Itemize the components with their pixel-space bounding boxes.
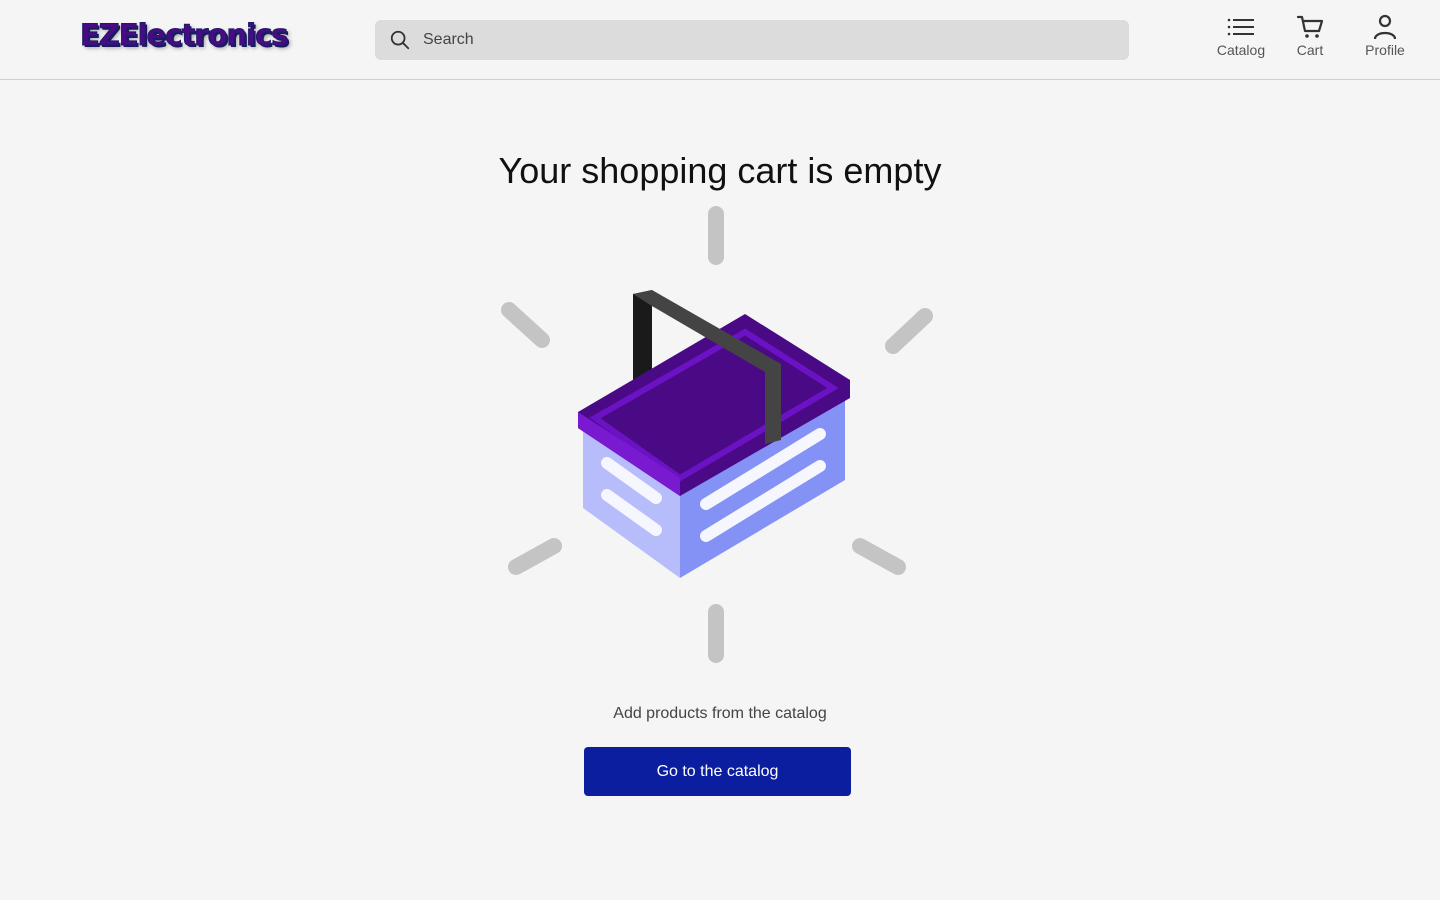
- empty-cart-hint: Add products from the catalog: [613, 705, 827, 722]
- user-icon: [1373, 14, 1397, 40]
- nav-profile[interactable]: Profile: [1360, 14, 1410, 58]
- search-input[interactable]: [423, 20, 1113, 60]
- go-to-catalog-button[interactable]: Go to the catalog: [584, 747, 851, 796]
- nav-profile-label: Profile: [1365, 42, 1405, 58]
- brand-logo[interactable]: EZElectronics: [80, 18, 290, 53]
- nav-cart[interactable]: Cart: [1290, 14, 1330, 58]
- nav-catalog[interactable]: Catalog: [1210, 14, 1272, 58]
- page-title: Your shopping cart is empty: [498, 150, 942, 191]
- search-icon: [390, 30, 410, 50]
- cart-icon: [1296, 15, 1324, 38]
- nav-catalog-label: Catalog: [1216, 42, 1266, 58]
- search-bar[interactable]: [375, 20, 1129, 60]
- nav-cart-label: Cart: [1296, 42, 1324, 58]
- top-header: EZElectronics Catalog Cart Profile: [0, 0, 1440, 80]
- shopping-basket-icon: [501, 206, 933, 663]
- list-icon: [1227, 18, 1254, 36]
